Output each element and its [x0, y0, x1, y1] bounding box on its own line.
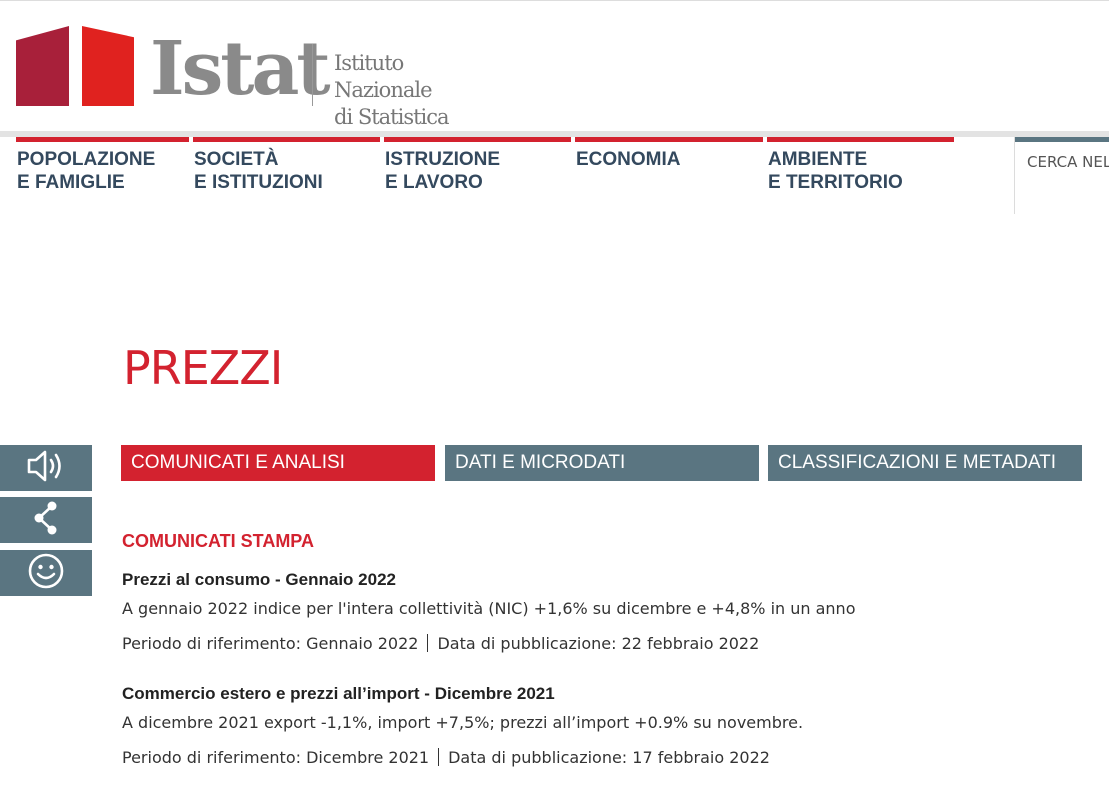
meta-separator: [438, 748, 440, 766]
accessibility-button[interactable]: [0, 550, 92, 596]
meta-separator: [427, 634, 429, 652]
search-box[interactable]: CERCA NEL: [1014, 137, 1109, 214]
reference-period: Periodo di riferimento: Dicembre 2021: [122, 748, 430, 767]
search-bar-accent: [1015, 137, 1109, 142]
logo-wordmark: Istat: [150, 26, 331, 112]
nav-item-label: ECONOMIA: [576, 149, 681, 170]
search-placeholder: CERCA NEL: [1027, 153, 1109, 171]
press-release-description: A dicembre 2021 export -1,1%, import +7,…: [122, 713, 804, 732]
tab-dati-microdati[interactable]: DATI E MICRODATI: [445, 445, 759, 481]
logo-mark-dark-red: [16, 26, 69, 106]
page-title: PREZZI: [123, 341, 283, 395]
nav-item-label: ISTRUZIONE E LAVORO: [385, 149, 501, 193]
nav-item-bar: [767, 137, 954, 142]
top-border: [0, 0, 1109, 1]
share-button[interactable]: [0, 497, 92, 543]
main-nav: POPOLAZIONE E FAMIGLIE SOCIETÀ E ISTITUZ…: [0, 131, 1109, 214]
press-release-meta: Periodo di riferimento: Dicembre 2021 Dat…: [122, 748, 770, 767]
tab-comunicati-analisi[interactable]: COMUNICATI E ANALISI: [121, 445, 435, 481]
smiley-icon: [27, 552, 65, 594]
nav-item-label: POPOLAZIONE E FAMIGLIE: [17, 149, 156, 193]
reference-period: Periodo di riferimento: Gennaio 2022: [122, 634, 419, 653]
istat-logo[interactable]: Istat Istituto Nazionale di Statistica: [16, 26, 496, 129]
tab-classificazioni-metadati[interactable]: CLASSIFICAZIONI E METADATI: [768, 445, 1082, 481]
logo-separator: [312, 44, 313, 106]
nav-item-bar: [575, 137, 763, 142]
section-title: COMUNICATI STAMPA: [122, 531, 314, 551]
nav-item-popolazione[interactable]: POPOLAZIONE E FAMIGLIE: [16, 131, 189, 201]
press-release-title[interactable]: Commercio estero e prezzi all’import - D…: [122, 684, 555, 704]
nav-item-bar: [384, 137, 571, 142]
logo-subtitle: Istituto Nazionale di Statistica: [334, 50, 496, 131]
logo-subtitle-line1: Istituto Nazionale: [334, 51, 433, 102]
nav-item-istruzione[interactable]: ISTRUZIONE E LAVORO: [384, 131, 571, 201]
nav-item-ambiente[interactable]: AMBIENTE E TERRITORIO: [767, 131, 954, 201]
press-release-meta: Periodo di riferimento: Gennaio 2022 Data…: [122, 634, 759, 653]
logo-mark-red: [82, 26, 134, 106]
nav-item-societa[interactable]: SOCIETÀ E ISTITUZIONI: [193, 131, 380, 201]
nav-item-label: AMBIENTE E TERRITORIO: [768, 149, 903, 193]
share-icon: [31, 500, 61, 540]
logo-subtitle-line2: di Statistica: [334, 105, 450, 129]
press-release-description: A gennaio 2022 indice per l'intera colle…: [122, 599, 856, 618]
audio-button[interactable]: [0, 445, 92, 491]
publication-date: Data di pubblicazione: 17 febbraio 2022: [448, 748, 770, 767]
speaker-icon: [25, 448, 67, 488]
nav-item-bar: [16, 137, 189, 142]
nav-item-bar: [193, 137, 380, 142]
publication-date: Data di pubblicazione: 22 febbraio 2022: [437, 634, 760, 653]
nav-item-label: SOCIETÀ E ISTITUZIONI: [194, 149, 323, 193]
nav-item-economia[interactable]: ECONOMIA: [575, 131, 763, 201]
press-release-title[interactable]: Prezzi al consumo - Gennaio 2022: [122, 570, 396, 590]
